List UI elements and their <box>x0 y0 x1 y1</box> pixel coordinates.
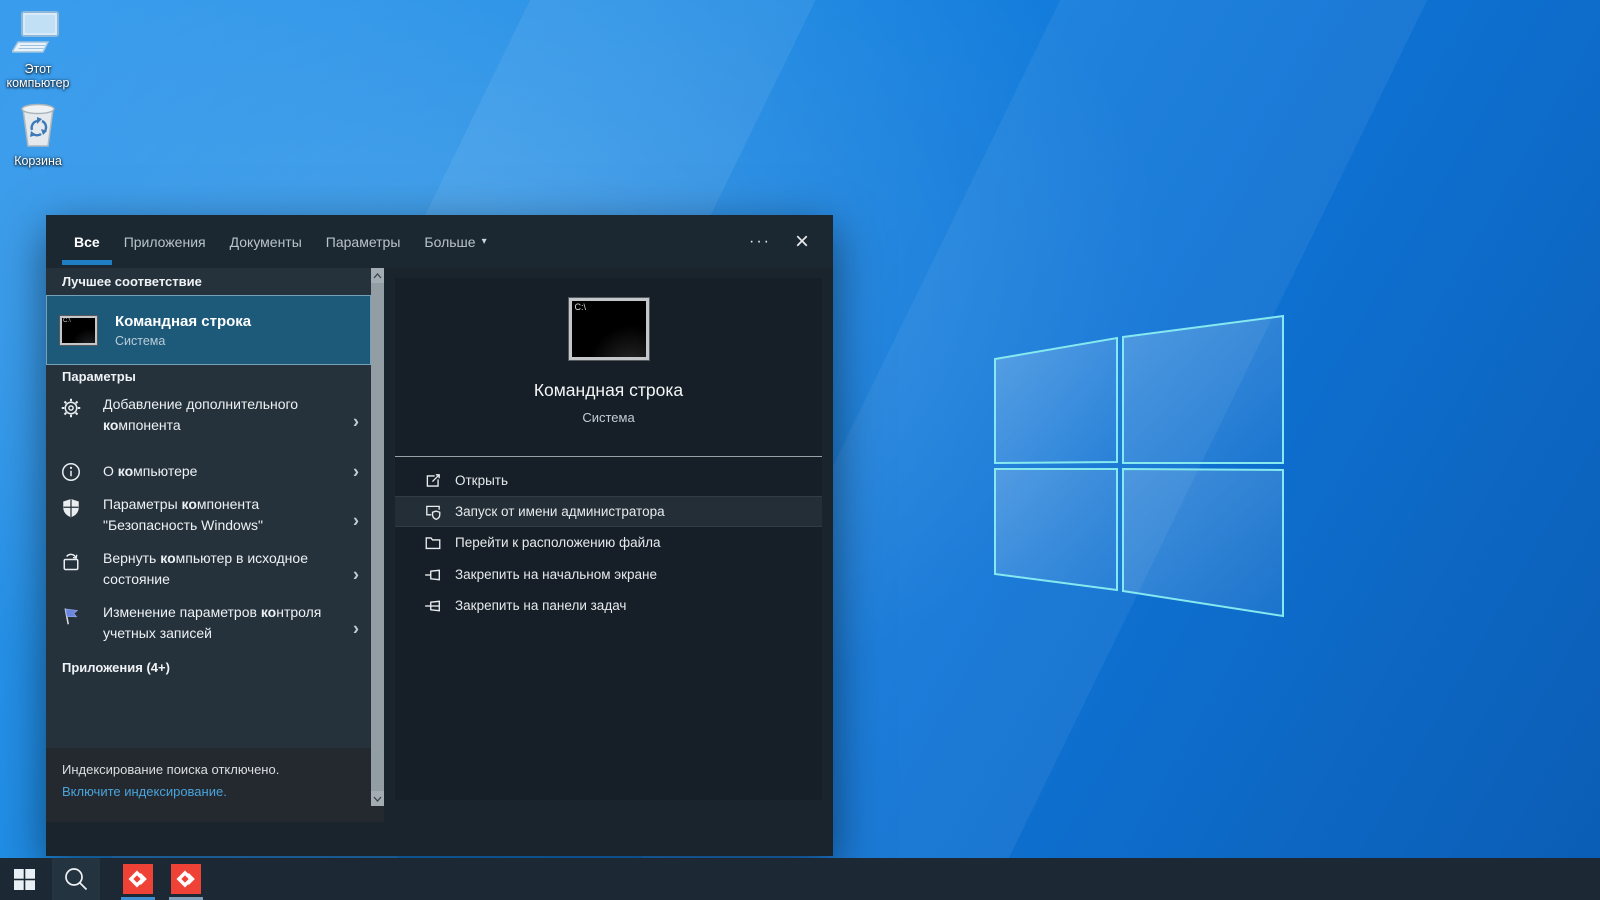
chevron-right-icon: › <box>353 619 359 640</box>
result-item-label: Изменение параметров контроля учетных за… <box>103 602 345 644</box>
action-label: Закрепить на панели задач <box>455 598 626 613</box>
windows-start-icon <box>14 869 35 890</box>
action-open[interactable]: Открыть <box>395 465 822 496</box>
preview-pane: Командная строка Система Открыть Запуск … <box>395 278 822 800</box>
settings-section-header: Параметры <box>62 369 136 384</box>
chevron-right-icon: › <box>353 565 359 586</box>
taskbar-app-2[interactable] <box>162 858 210 900</box>
close-icon: × <box>795 228 809 256</box>
shield-icon <box>61 498 81 518</box>
result-item-add-component[interactable]: Добавление дополнительного компонента › <box>46 394 371 450</box>
desktop-root: { "colors": { "accent": "#0078d7", "tab_… <box>0 0 1600 900</box>
scroll-down-arrow[interactable] <box>371 791 384 806</box>
result-item-about-pc[interactable]: О компьютере › <box>46 456 371 488</box>
action-label: Открыть <box>455 473 508 488</box>
results-pane: Лучшее соответствие Командная строка Сис… <box>46 268 384 748</box>
search-tabbar: Все Приложения Документы Параметры Больш… <box>46 215 833 268</box>
preview-subtitle: Система <box>395 410 822 425</box>
results-scrollbar[interactable] <box>371 268 384 806</box>
desktop-icon-this-pc[interactable]: Этот компьютер <box>2 10 74 90</box>
open-icon <box>424 472 442 490</box>
folder-icon <box>424 534 442 552</box>
cmd-prompt-icon-large <box>569 298 649 360</box>
action-pin-to-start[interactable]: Закрепить на начальном экране <box>395 559 822 590</box>
result-item-windows-security[interactable]: Параметры компонента "Безопасность Windo… <box>46 494 371 548</box>
cmd-prompt-icon <box>60 316 97 345</box>
chevron-right-icon: › <box>353 511 359 532</box>
action-open-file-location[interactable]: Перейти к расположению файла <box>395 527 822 558</box>
preview-title: Командная строка <box>395 380 822 401</box>
tab-documents[interactable]: Документы <box>218 215 314 268</box>
tab-all[interactable]: Все <box>62 215 112 268</box>
indexing-footer: Индексирование поиска отключено. Включит… <box>46 748 384 822</box>
result-item-reset-pc[interactable]: Вернуть компьютер в исходное состояние › <box>46 548 371 602</box>
desktop-icon-label: Этот компьютер <box>2 62 74 90</box>
search-flyout: Все Приложения Документы Параметры Больш… <box>46 215 833 856</box>
search-icon <box>63 866 89 892</box>
this-pc-icon <box>12 10 64 60</box>
action-label: Запуск от имени администратора <box>455 504 665 519</box>
best-match-subtitle: Система <box>115 334 251 348</box>
result-item-label: Вернуть компьютер в исходное состояние <box>103 548 345 590</box>
action-label: Перейти к расположению файла <box>455 535 661 550</box>
app-icon-red <box>123 864 153 894</box>
result-item-label: Параметры компонента "Безопасность Windo… <box>103 494 345 536</box>
chevron-right-icon: › <box>353 462 359 483</box>
desktop-icon-label: Корзина <box>2 154 74 168</box>
taskbar-app-1[interactable] <box>114 858 162 900</box>
uac-flag-icon <box>61 606 81 626</box>
tab-settings[interactable]: Параметры <box>314 215 413 268</box>
best-match-title: Командная строка <box>115 313 251 330</box>
action-run-as-admin[interactable]: Запуск от имени администратора <box>395 496 822 527</box>
enable-indexing-link[interactable]: Включите индексирование. <box>62 784 384 799</box>
reset-pc-icon <box>61 552 81 572</box>
tab-apps[interactable]: Приложения <box>112 215 218 268</box>
best-match-header: Лучшее соответствие <box>62 274 202 289</box>
close-button[interactable]: × <box>795 215 809 268</box>
gear-icon <box>61 398 81 418</box>
options-menu-button[interactable]: ··· <box>749 215 771 268</box>
result-item-label: Добавление дополнительного компонента <box>103 394 345 436</box>
search-body: Лучшее соответствие Командная строка Сис… <box>46 268 833 822</box>
result-item-uac[interactable]: Изменение параметров контроля учетных за… <box>46 602 371 656</box>
indexing-status-text: Индексирование поиска отключено. <box>62 762 384 777</box>
recycle-bin-icon <box>16 100 60 152</box>
result-item-label: О компьютере <box>103 461 345 482</box>
run-as-admin-icon <box>424 503 442 521</box>
start-button[interactable] <box>0 858 48 900</box>
app-icon-red <box>171 864 201 894</box>
chevron-right-icon: › <box>353 412 359 433</box>
windows-logo <box>980 303 1300 633</box>
tab-more[interactable]: Больше▾ <box>412 215 498 268</box>
desktop-icon-recycle-bin[interactable]: Корзина <box>2 100 74 168</box>
best-match-item[interactable]: Командная строка Система <box>46 295 371 365</box>
pin-icon <box>424 597 442 615</box>
info-icon <box>61 462 81 482</box>
apps-section-header: Приложения (4+) <box>62 660 170 675</box>
ellipsis-icon: ··· <box>749 233 771 251</box>
action-pin-to-taskbar[interactable]: Закрепить на панели задач <box>395 590 822 621</box>
divider <box>395 456 822 457</box>
scroll-up-arrow[interactable] <box>371 268 384 283</box>
taskbar-search-button[interactable] <box>52 858 100 900</box>
taskbar: РУС 2:10 05.06.2025 <box>0 858 1600 900</box>
pin-icon <box>424 566 442 584</box>
action-label: Закрепить на начальном экране <box>455 567 657 582</box>
chevron-down-icon: ▾ <box>482 236 487 247</box>
